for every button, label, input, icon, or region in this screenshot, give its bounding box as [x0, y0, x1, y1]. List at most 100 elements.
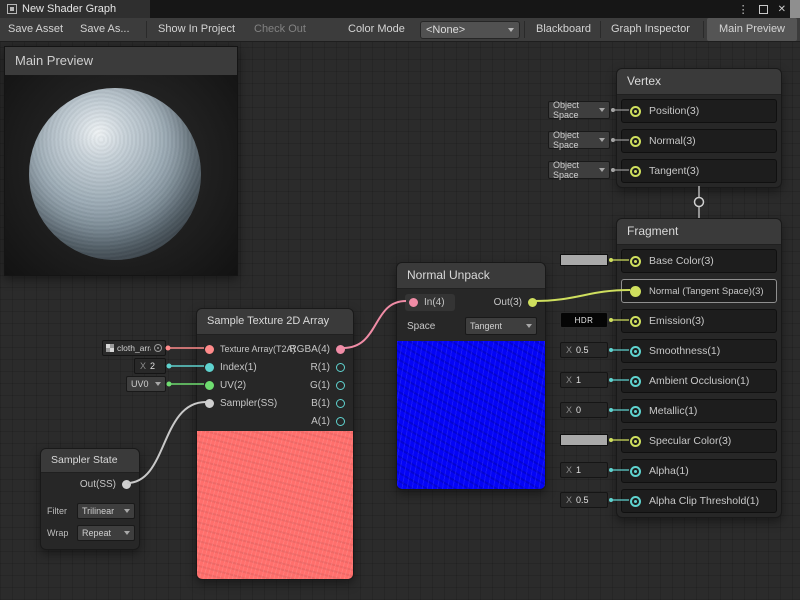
space-dropdown[interactable]: Tangent [465, 317, 537, 335]
main-preview-button[interactable]: Main Preview [707, 18, 797, 41]
sample-texture-2d-array-node[interactable]: Sample Texture 2D Array Texture Array(T2… [196, 308, 354, 580]
port-rgba-output[interactable] [336, 345, 345, 354]
stub-dot-texture [166, 346, 171, 351]
block-row-alpha[interactable]: Alpha(1) [621, 459, 777, 483]
input-row-uv: UV(2) [205, 376, 246, 394]
port-alpha-clip-threshold[interactable] [630, 496, 641, 507]
block-row-emission[interactable]: Emission(3) [621, 309, 777, 333]
position-space-dropdown[interactable]: Object Space [548, 101, 610, 119]
vertex-fragment-link-handle[interactable] [695, 198, 704, 207]
metallic-field[interactable]: X 0 [560, 402, 608, 418]
uv-channel-dropdown[interactable]: UV0 [126, 376, 166, 392]
close-icon[interactable]: ✕ [778, 4, 786, 15]
output-row-r: R(1) [311, 358, 345, 376]
port-b-output[interactable] [336, 399, 345, 408]
maximize-icon[interactable] [759, 5, 768, 14]
fragment-node-header[interactable]: Fragment [617, 219, 781, 245]
alpha-clip-threshold-field[interactable]: X 0.5 [560, 492, 608, 508]
port-alpha[interactable] [630, 466, 641, 477]
shader-graph-canvas[interactable]: New Shader Graph ⋮ ✕ Save Asset Save As.… [0, 0, 800, 600]
block-label: Emission(3) [649, 315, 704, 327]
sampler-state-node[interactable]: Sampler State Out(SS) Filter Trilinear W… [40, 448, 140, 550]
io-label: Out(SS) [80, 479, 116, 490]
sampler-state-node-header[interactable]: Sampler State [41, 449, 139, 473]
normal-unpack-node-header[interactable]: Normal Unpack [397, 263, 545, 289]
specular-color-swatch[interactable] [560, 434, 608, 446]
port-sampler-input[interactable] [205, 399, 214, 408]
emission-hdr-field[interactable]: HDR [560, 312, 608, 328]
block-row-alpha-clip-threshold[interactable]: Alpha Clip Threshold(1) [621, 489, 777, 513]
main-preview-header[interactable]: Main Preview [5, 47, 237, 75]
stub-dot-emission [609, 318, 613, 322]
tangent-space-dropdown[interactable]: Object Space [548, 161, 610, 179]
wrap-dropdown[interactable]: Repeat [77, 525, 135, 541]
filter-label: Filter [47, 506, 73, 516]
stub-dot-clip [609, 498, 613, 502]
port-in-input[interactable] [409, 298, 418, 307]
field-value: 0 [576, 405, 581, 415]
port-r-output[interactable] [336, 363, 345, 372]
toolbar-separator [600, 21, 601, 38]
block-row-position[interactable]: Position(3) [621, 99, 777, 123]
chevron-down-icon [599, 108, 605, 112]
block-row-ambient-occlusion[interactable]: Ambient Occlusion(1) [621, 369, 777, 393]
port-out-ss-output[interactable] [122, 480, 131, 489]
smoothness-field[interactable]: X 0.5 [560, 342, 608, 358]
main-preview-body [5, 75, 237, 275]
block-row-specular-color[interactable]: Specular Color(3) [621, 429, 777, 453]
input-row-sampler: Sampler(SS) [205, 394, 277, 412]
port-uv-input[interactable] [205, 381, 214, 390]
port-out-output[interactable] [528, 298, 537, 307]
port-tangent[interactable] [630, 166, 641, 177]
io-label: B(1) [311, 398, 330, 409]
port-smoothness[interactable] [630, 346, 641, 357]
port-index-input[interactable] [205, 363, 214, 372]
port-normal[interactable] [630, 136, 641, 147]
port-emission[interactable] [630, 316, 641, 327]
fragment-node[interactable]: Fragment Base Color(3) Normal (Tangent S… [616, 218, 782, 518]
base-color-swatch[interactable] [560, 254, 608, 266]
port-ambient-occlusion[interactable] [630, 376, 641, 387]
save-as-button[interactable]: Save As... [72, 18, 138, 41]
check-out-button: Check Out [246, 18, 314, 41]
vertex-node-header[interactable]: Vertex [617, 69, 781, 95]
document-tab[interactable]: New Shader Graph [0, 0, 150, 18]
field-value: 0.5 [576, 345, 589, 355]
blackboard-button[interactable]: Blackboard [528, 18, 599, 41]
vertex-node[interactable]: Vertex Position(3) Normal(3) Tangent(3) [616, 68, 782, 188]
block-row-base-color[interactable]: Base Color(3) [621, 249, 777, 273]
port-position[interactable] [630, 106, 641, 117]
normal-space-dropdown[interactable]: Object Space [548, 131, 610, 149]
window-menu-icon[interactable]: ⋮ [738, 3, 749, 16]
space-dropdown-value: Tangent [470, 321, 502, 331]
texture-array-object-field[interactable]: cloth_array [102, 340, 166, 356]
port-g-output[interactable] [336, 381, 345, 390]
block-row-tangent[interactable]: Tangent(3) [621, 159, 777, 183]
block-row-normal-tangent-space[interactable]: Normal (Tangent Space)(3) [621, 279, 777, 303]
io-label: Out(3) [494, 297, 522, 308]
alpha-field[interactable]: X 1 [560, 462, 608, 478]
block-label: Specular Color(3) [649, 435, 731, 447]
object-picker-icon[interactable] [154, 344, 162, 352]
filter-dropdown[interactable]: Trilinear [77, 503, 135, 519]
show-in-project-button[interactable]: Show In Project [150, 18, 243, 41]
port-normal-tangent-space[interactable] [630, 286, 641, 297]
block-row-normal[interactable]: Normal(3) [621, 129, 777, 153]
port-a-output[interactable] [336, 417, 345, 426]
output-row-out: Out(3) [494, 297, 537, 308]
index-field[interactable]: X 2 [134, 358, 166, 374]
ambient-occlusion-field[interactable]: X 1 [560, 372, 608, 388]
graph-inspector-button[interactable]: Graph Inspector [603, 18, 698, 41]
main-preview-panel[interactable]: Main Preview [4, 46, 238, 276]
block-row-smoothness[interactable]: Smoothness(1) [621, 339, 777, 363]
sample-texture-node-header[interactable]: Sample Texture 2D Array [197, 309, 353, 335]
port-texture-array-input[interactable] [205, 345, 214, 354]
save-asset-button[interactable]: Save Asset [0, 18, 71, 41]
stub-dot-index [167, 364, 172, 369]
normal-unpack-node[interactable]: Normal Unpack In(4) Out(3) Space Tangent [396, 262, 546, 490]
block-row-metallic[interactable]: Metallic(1) [621, 399, 777, 423]
port-specular-color[interactable] [630, 436, 641, 447]
color-mode-dropdown[interactable]: <None> [420, 21, 520, 39]
port-metallic[interactable] [630, 406, 641, 417]
port-base-color[interactable] [630, 256, 641, 267]
